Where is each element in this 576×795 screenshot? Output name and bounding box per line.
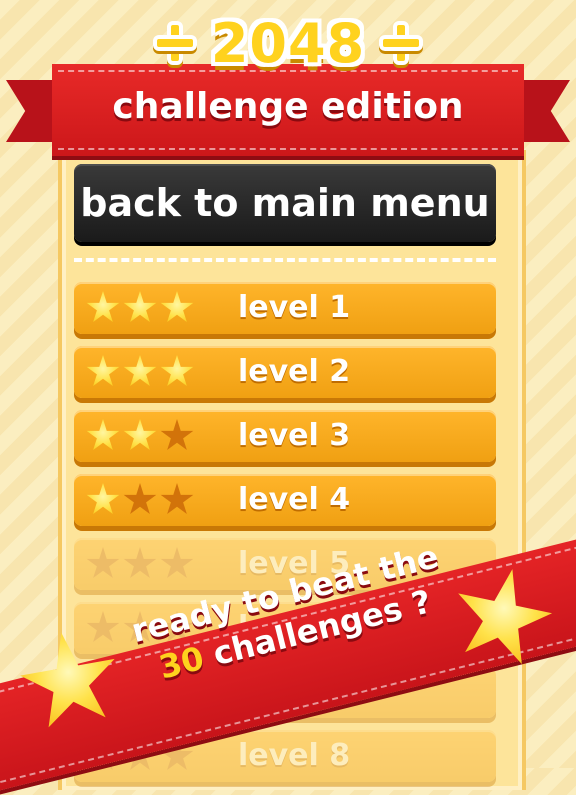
- level-label: level 3: [238, 418, 351, 453]
- star-icon: [123, 483, 157, 514]
- logo-number: 2048: [210, 11, 366, 75]
- star-icon: [86, 611, 120, 642]
- plus-icon: [152, 21, 197, 65]
- star-icon: [86, 291, 120, 322]
- level-button[interactable]: level 2: [74, 346, 496, 398]
- game-logo: 2048: [0, 8, 576, 78]
- star-icon: [123, 547, 157, 578]
- star-icon: [86, 547, 120, 578]
- level-label: level 2: [238, 354, 351, 389]
- star-icon: [160, 291, 194, 322]
- challenge-count: 30: [155, 638, 208, 687]
- level-stars: [86, 483, 194, 517]
- star-icon: [86, 355, 120, 386]
- level-button[interactable]: level 3: [74, 410, 496, 462]
- star-icon: [160, 355, 194, 386]
- level-stars: [86, 355, 194, 389]
- subtitle: challenge edition: [112, 86, 464, 127]
- level-stars: [86, 547, 194, 581]
- star-icon: [123, 419, 157, 450]
- star-icon: [160, 483, 194, 514]
- divider: [74, 258, 496, 262]
- back-to-main-menu-button[interactable]: back to main menu: [74, 164, 496, 242]
- star-icon: [160, 419, 194, 450]
- star-icon: [160, 547, 194, 578]
- plus-icon: [379, 21, 424, 65]
- star-icon: [123, 291, 157, 322]
- star-icon: [86, 419, 120, 450]
- level-label: level 4: [238, 482, 351, 517]
- level-stars: [86, 419, 194, 453]
- star-icon: [86, 483, 120, 514]
- level-stars: [86, 291, 194, 325]
- level-button[interactable]: level 4: [74, 474, 496, 526]
- level-label: level 1: [238, 290, 351, 325]
- level-button[interactable]: level 1: [74, 282, 496, 334]
- star-icon: [123, 355, 157, 386]
- level-label: level 8: [238, 738, 351, 773]
